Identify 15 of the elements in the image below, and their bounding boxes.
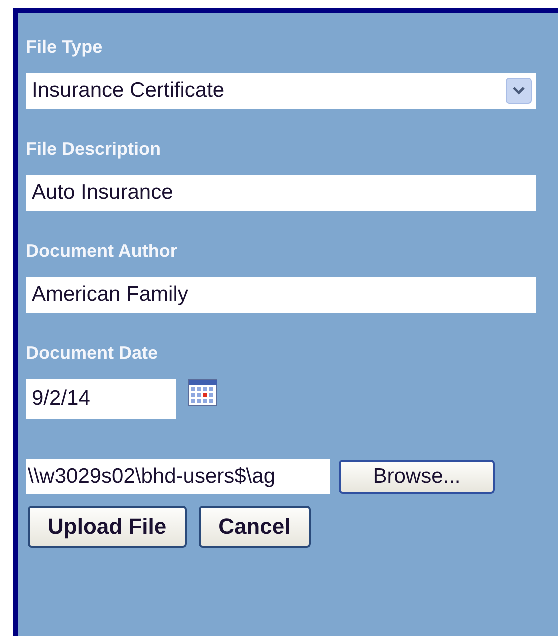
- field-label: Document Date: [26, 342, 158, 365]
- calendar-icon[interactable]: [188, 377, 218, 407]
- browse-button[interactable]: Browse...: [339, 460, 495, 494]
- field-label: Document Author: [26, 240, 178, 263]
- text-field[interactable]: American Family: [26, 277, 536, 313]
- file-path-field[interactable]: \\w3029s02\bhd-users$\ag: [26, 459, 330, 494]
- form-button[interactable]: Cancel: [198, 506, 311, 548]
- field-label: File Type: [26, 36, 103, 59]
- dropdown-button[interactable]: [506, 78, 532, 104]
- field-label: File Description: [26, 138, 162, 161]
- dropdown-value: Insurance Certificate: [32, 79, 225, 103]
- form-button[interactable]: Upload File: [28, 506, 187, 548]
- text-field[interactable]: Auto Insurance: [26, 175, 536, 211]
- file-type-dropdown[interactable]: Insurance Certificate: [26, 73, 536, 109]
- date-field[interactable]: 9/2/14: [26, 379, 176, 419]
